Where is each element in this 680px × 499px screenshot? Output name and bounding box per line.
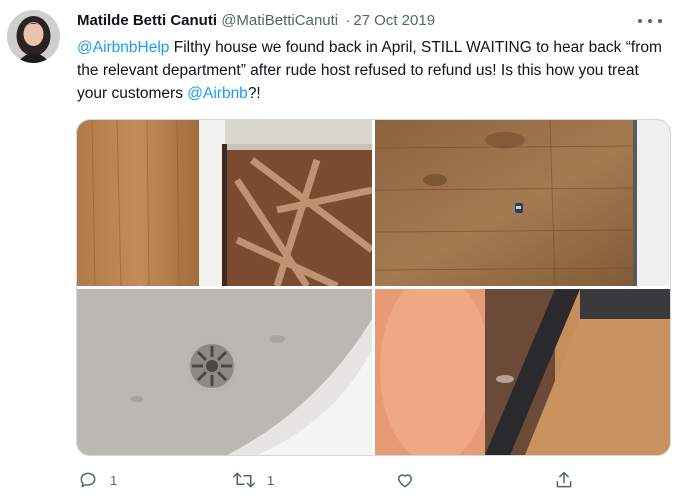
- user-handle[interactable]: @MatiBettiCanuti: [221, 12, 338, 29]
- share-button[interactable]: [554, 466, 574, 494]
- avatar[interactable]: [7, 10, 60, 63]
- mention-airbnb[interactable]: @Airbnb: [187, 85, 248, 102]
- more-icon[interactable]: [638, 12, 662, 30]
- tweet-text: @AirbnbHelp Filthy house we found back i…: [77, 36, 667, 105]
- retweet-icon: [233, 472, 255, 488]
- tweet-date[interactable]: 27 Oct 2019: [353, 12, 435, 29]
- retweet-count: 1: [267, 472, 275, 488]
- action-bar: 1 1: [68, 466, 588, 494]
- mention-airbnbhelp[interactable]: @AirbnbHelp: [77, 39, 169, 56]
- separator: ·: [345, 12, 351, 29]
- photo-2[interactable]: [375, 120, 670, 286]
- heart-icon: [398, 474, 412, 488]
- retweet-button[interactable]: 1: [233, 466, 274, 494]
- media-grid: [76, 119, 671, 456]
- tweet-body-end: ?!: [247, 85, 261, 102]
- display-name[interactable]: Matilde Betti Canuti: [77, 12, 217, 29]
- tweet[interactable]: Matilde Betti Canuti @MatiBettiCanuti · 2…: [0, 0, 680, 499]
- share-icon: [556, 471, 572, 488]
- like-button[interactable]: [395, 466, 415, 494]
- tweet-header: Matilde Betti Canuti @MatiBettiCanuti · 2…: [77, 10, 637, 32]
- reply-button[interactable]: 1: [78, 466, 117, 494]
- reply-count: 1: [110, 472, 118, 488]
- photo-1[interactable]: [77, 120, 372, 286]
- photo-3[interactable]: [77, 289, 372, 455]
- photo-4[interactable]: [375, 289, 670, 455]
- reply-icon: [80, 472, 96, 488]
